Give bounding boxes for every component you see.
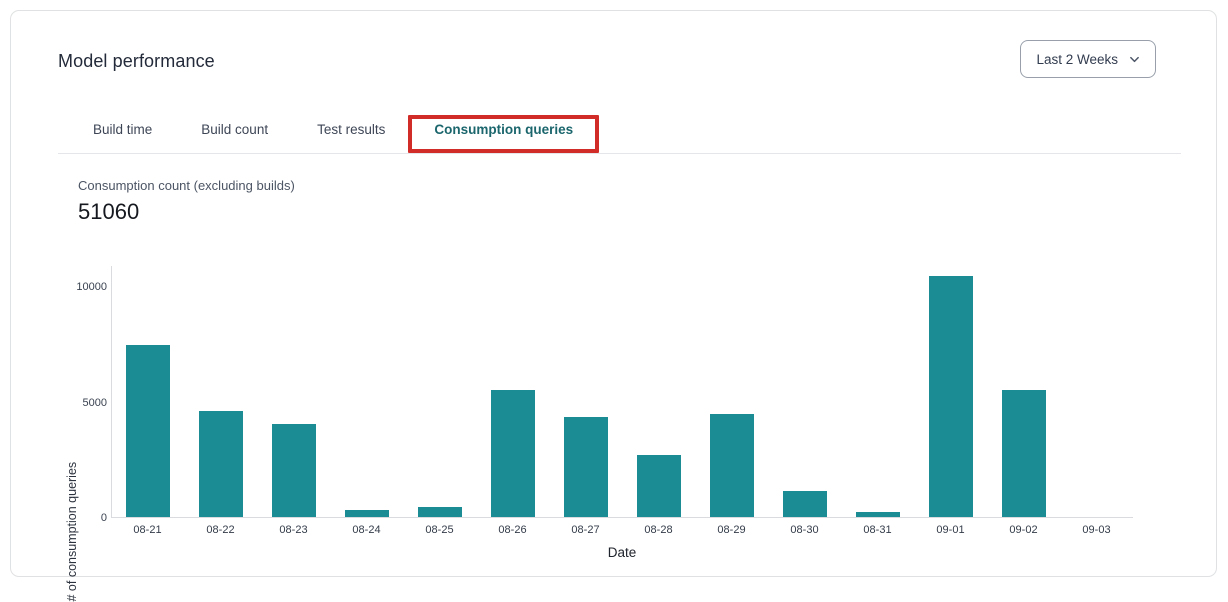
bar-slot [1060,266,1133,517]
tab-bar: Build time Build count Test results Cons… [58,106,1181,154]
period-selector-button[interactable]: Last 2 Weeks [1020,40,1156,78]
tab-label: Build count [201,122,268,137]
y-tick-label: 0 [101,512,107,524]
model-performance-card: Model performance Last 2 Weeks Build tim… [10,10,1217,577]
tab-label: Consumption queries [434,122,573,137]
x-tick-label: 08-26 [476,524,549,536]
bar-slot [185,266,258,517]
bar-08-28[interactable] [637,455,681,517]
x-tick-label: 08-22 [184,524,257,536]
chevron-down-icon [1129,54,1140,65]
bar-08-21[interactable] [126,345,170,517]
y-tick-label: 10000 [76,281,107,293]
bar-08-29[interactable] [710,414,754,517]
bar-slot [695,266,768,517]
bar-slot [622,266,695,517]
x-tick-label: 08-30 [768,524,841,536]
bar-08-31[interactable] [856,512,900,517]
tab-test-results[interactable]: Test results [305,106,397,153]
page-title: Model performance [58,51,215,72]
x-tick-label: 09-02 [987,524,1060,536]
tab-consumption-queries[interactable]: Consumption queries [422,106,585,153]
x-tick-label: 08-28 [622,524,695,536]
bar-slot [550,266,623,517]
x-axis-labels: 08-2108-2208-2308-2408-2508-2608-2708-28… [111,524,1133,536]
bar-slot [258,266,331,517]
metric-value: 51060 [78,199,139,225]
x-tick-label: 09-03 [1060,524,1133,536]
x-axis-title: Date [111,545,1133,560]
bar-08-27[interactable] [564,417,608,517]
x-tick-label: 08-23 [257,524,330,536]
bar-slot [841,266,914,517]
metric-label: Consumption count (excluding builds) [78,178,295,193]
bar-slot [112,266,185,517]
y-tick-label: 5000 [83,397,107,409]
tab-build-time[interactable]: Build time [81,106,164,153]
tab-build-count[interactable]: Build count [189,106,280,153]
plot-area [111,266,1133,518]
bar-08-22[interactable] [199,411,243,517]
bar-slot [477,266,550,517]
bar-slot [987,266,1060,517]
x-tick-label: 08-25 [403,524,476,536]
bar-08-25[interactable] [418,507,462,517]
period-selector-value: Last 2 Weeks [1036,52,1118,67]
bar-slot [768,266,841,517]
x-tick-label: 08-27 [549,524,622,536]
tab-label: Test results [317,122,385,137]
consumption-bar-chart: # of consumption queries 0500010000 08-2… [63,266,1163,566]
x-tick-label: 08-24 [330,524,403,536]
bar-08-23[interactable] [272,424,316,517]
tab-label: Build time [93,122,152,137]
bar-08-30[interactable] [783,491,827,517]
bar-08-24[interactable] [345,510,389,517]
y-axis-ticks: 0500010000 [63,266,107,518]
x-tick-label: 08-31 [841,524,914,536]
bar-09-01[interactable] [929,276,973,517]
bar-slot [331,266,404,517]
bar-08-26[interactable] [491,390,535,517]
bar-slot [914,266,987,517]
bar-09-02[interactable] [1002,390,1046,518]
x-tick-label: 08-29 [695,524,768,536]
x-tick-label: 09-01 [914,524,987,536]
bar-slot [404,266,477,517]
x-tick-label: 08-21 [111,524,184,536]
